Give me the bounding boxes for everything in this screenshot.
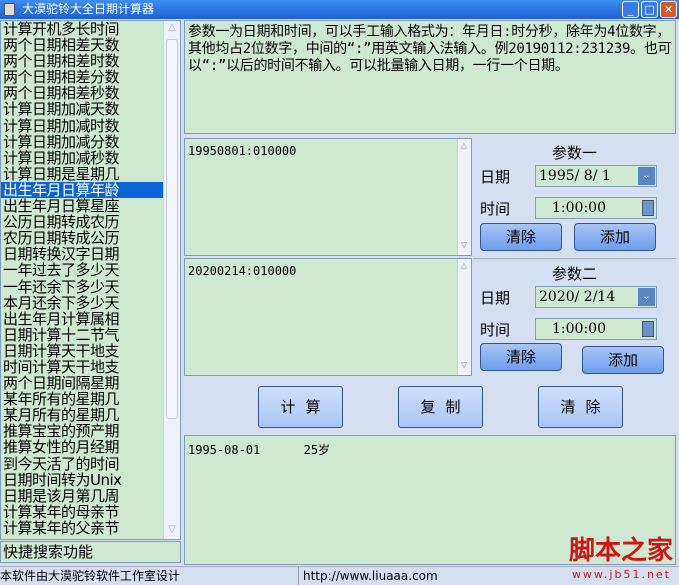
list-item[interactable]: 推算宝宝的预产期 [1,423,180,439]
list-item[interactable]: 两个日期相差天数 [1,37,180,53]
spinner-icon[interactable] [642,200,654,216]
param2-clear-button[interactable]: 清除 [480,343,562,371]
time-value: 1:00:00 [552,321,606,337]
copy-button[interactable]: 复制 [398,386,483,428]
date-value: 2020/ 2/14 [539,289,616,305]
param1-title: 参数一 [551,144,597,162]
result-text: 1995-08-01 25岁 [188,443,331,457]
list-item[interactable]: 两个日期相差秒数 [1,85,180,101]
list-item[interactable]: 日期时间转为Unix [1,472,180,488]
scroll-thumb[interactable] [166,39,178,419]
list-item[interactable]: 农历日期转成公历 [1,230,180,246]
time-label: 时间 [480,200,511,218]
list-item[interactable]: 某月所有的星期几 [1,407,180,423]
list-item[interactable]: 计算某年的母亲节 [1,504,180,520]
list-item[interactable]: 本月还余下多少天 [1,295,180,311]
date-label: 日期 [480,168,511,186]
time-label: 时间 [480,321,511,339]
watermark-url: www.jb51.net [571,568,671,581]
param1-text: 19950801:010000 [188,144,297,158]
list-scrollbar[interactable]: △ ▽ [163,21,180,539]
list-item[interactable]: 计算日期加减分数 [1,134,180,150]
list-item[interactable]: 一年还余下多少天 [1,278,180,295]
list-item[interactable]: 两个日期相差时数 [1,53,180,69]
list-item[interactable]: 计算开机多长时间 [1,21,180,37]
description-box: 参数一为日期和时间，可以手工输入格式为：年月日:时分秒，除年为4位数字，其他均占… [184,20,676,134]
watermark-logo: 脚本之家 [568,536,673,566]
param1-add-button[interactable]: 添加 [574,223,656,251]
list-item[interactable]: 日期计算十二节气 [1,327,180,343]
clear-button[interactable]: 清除 [538,386,623,428]
list-item[interactable]: 出生年月日算星座 [1,198,180,214]
param2-add-button[interactable]: 添加 [582,346,664,374]
list-item[interactable]: 公历日期转成农历 [1,214,180,230]
app-icon [4,3,15,16]
list-item[interactable]: 日期计算天干地支 [1,343,180,359]
spinner-icon[interactable] [642,321,654,337]
param1-date-picker[interactable]: 1995/ 8/ 1 ⌄ [535,165,657,187]
list-item[interactable]: 两个日期间隔星期 [1,375,180,391]
param2-input[interactable]: 20200214:010000 △ ▽ [184,258,472,376]
param1-panel: 参数一 日期 1995/ 8/ 1 ⌄ 时间 1:00:00 清除 添加 [473,138,676,256]
param2-scrollbar[interactable]: △ ▽ [457,259,471,375]
scroll-up-icon[interactable]: △ [458,140,470,154]
list-item[interactable]: 两个日期相差分数 [1,69,180,85]
list-item[interactable]: 日期是该月第几周 [1,488,180,504]
param2-time-picker[interactable]: 1:00:00 [535,318,657,340]
list-item[interactable]: 出生年月日算年龄 [1,182,180,199]
maximize-button[interactable]: □ [641,1,658,18]
date-label: 日期 [480,289,511,307]
title-bar: 大漠驼铃大全日期计算器 _ □ ✕ [0,0,679,19]
chevron-down-icon[interactable]: ⌄ [638,288,655,306]
quick-search-input[interactable]: 快捷搜索功能 [0,541,181,563]
list-item[interactable]: 计算日期加减天数 [1,101,180,117]
date-value: 1995/ 8/ 1 [539,168,611,184]
param2-panel: 参数二 日期 2020/ 2/14 ⌄ 时间 1:00:00 清除 添加 [473,258,676,376]
param2-date-picker[interactable]: 2020/ 2/14 ⌄ [535,286,657,308]
list-item[interactable]: 计算日期加减秒数 [1,150,180,166]
list-item[interactable]: 推算女性的月经期 [1,439,180,455]
scroll-up-icon[interactable]: △ [166,22,178,36]
param2-text: 20200214:010000 [188,264,297,278]
status-credit: 本软件由大漠驼铃软件工作室设计 [0,569,181,583]
chevron-down-icon[interactable]: ⌄ [638,167,655,185]
window-title: 大漠驼铃大全日期计算器 [22,2,155,16]
list-item[interactable]: 一年过去了多少天 [1,262,180,278]
minimize-button[interactable]: _ [622,1,639,18]
scroll-down-icon[interactable]: ▽ [166,524,178,538]
param1-clear-button[interactable]: 清除 [480,223,562,251]
scroll-down-icon[interactable]: ▽ [458,240,470,254]
param1-scrollbar[interactable]: △ ▽ [457,139,471,255]
scroll-up-icon[interactable]: △ [458,260,470,274]
calculate-button[interactable]: 计算 [258,386,343,428]
scroll-down-icon[interactable]: ▽ [458,360,470,374]
list-item[interactable]: 计算日期加减时数 [1,118,180,134]
status-url[interactable]: http://www.liuaaa.com [298,567,438,585]
list-item[interactable]: 日期转换汉字日期 [1,246,180,262]
param1-input[interactable]: 19950801:010000 △ ▽ [184,138,472,256]
list-item[interactable]: 到今天活了的时间 [1,455,180,472]
list-item[interactable]: 某年所有的星期几 [1,391,180,407]
function-list[interactable]: 计算开机多长时间 两个日期相差天数 两个日期相差时数 两个日期相差分数 两个日期相差秒数… [0,20,181,540]
list-item[interactable]: 计算日期是星期几 [1,166,180,182]
list-item[interactable]: 时间计算天干地支 [1,359,180,375]
time-value: 1:00:00 [552,200,606,216]
list-item[interactable]: 出生年月计算属相 [1,311,180,327]
list-item[interactable]: 计算某年的父亲节 [1,520,180,536]
param2-title: 参数二 [551,265,597,283]
param1-time-picker[interactable]: 1:00:00 [535,197,657,219]
close-button[interactable]: ✕ [660,1,677,18]
